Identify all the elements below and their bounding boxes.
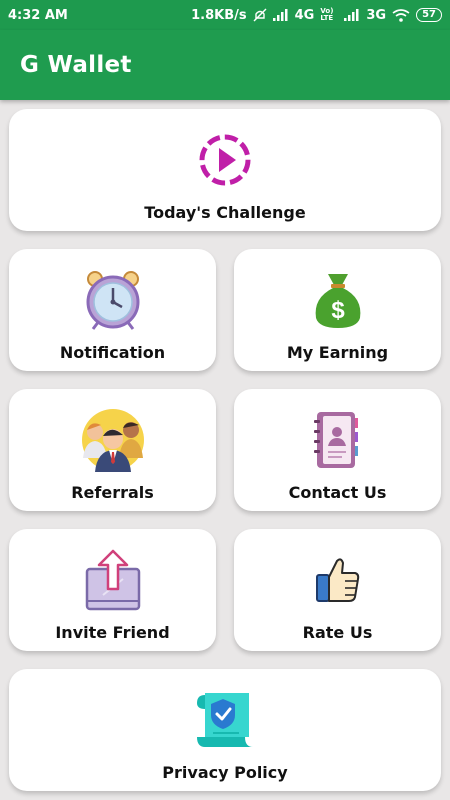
status-time: 4:32 AM: [8, 7, 68, 23]
rate-us-label: Rate Us: [302, 623, 373, 642]
notification-card[interactable]: Notification: [9, 249, 216, 371]
alarm-clock-icon: [82, 269, 144, 331]
wifi-icon: [392, 8, 410, 22]
notification-label: Notification: [59, 343, 166, 362]
network-type-1: 4G: [294, 7, 315, 23]
rate-us-card[interactable]: Rate Us: [234, 529, 441, 651]
todays-challenge-label: Today's Challenge: [144, 203, 306, 222]
referrals-label: Referrals: [71, 483, 154, 502]
play-circle-icon: [197, 129, 253, 191]
referrals-card[interactable]: Referrals: [9, 389, 216, 511]
address-book-icon: [312, 409, 364, 471]
invite-friend-label: Invite Friend: [55, 623, 170, 642]
app-bar: G Wallet: [0, 30, 450, 100]
status-bar: 4:32 AM 1.8KB/s 4G Vo) LTE 3G 57: [0, 0, 450, 30]
contact-us-card[interactable]: Contact Us: [234, 389, 441, 511]
app-title: G Wallet: [20, 52, 132, 78]
contact-us-label: Contact Us: [288, 483, 387, 502]
network-speed: 1.8KB/s: [191, 7, 247, 23]
svg-text:$: $: [331, 297, 345, 324]
people-group-icon: [81, 409, 145, 472]
status-indicators: 1.8KB/s 4G Vo) LTE 3G 57: [191, 8, 442, 23]
network-type-2: 3G: [366, 7, 387, 23]
my-earning-label: My Earning: [286, 343, 389, 362]
privacy-policy-label: Privacy Policy: [162, 763, 288, 782]
invite-friend-card[interactable]: Invite Friend: [9, 529, 216, 651]
volte-label: Vo) LTE: [320, 7, 334, 22]
my-earning-card[interactable]: $ My Earning: [234, 249, 441, 371]
share-upload-icon: [83, 549, 143, 611]
thumbs-up-icon: [315, 549, 361, 611]
todays-challenge-card[interactable]: Today's Challenge: [9, 109, 441, 231]
signal-icon-2: [344, 9, 360, 21]
shield-document-icon: [193, 689, 257, 751]
battery-indicator: 57: [416, 8, 442, 22]
signal-icon: [272, 9, 289, 21]
money-bag-icon: $: [311, 269, 365, 331]
privacy-policy-card[interactable]: Privacy Policy: [9, 669, 441, 791]
mute-icon: [253, 8, 267, 22]
